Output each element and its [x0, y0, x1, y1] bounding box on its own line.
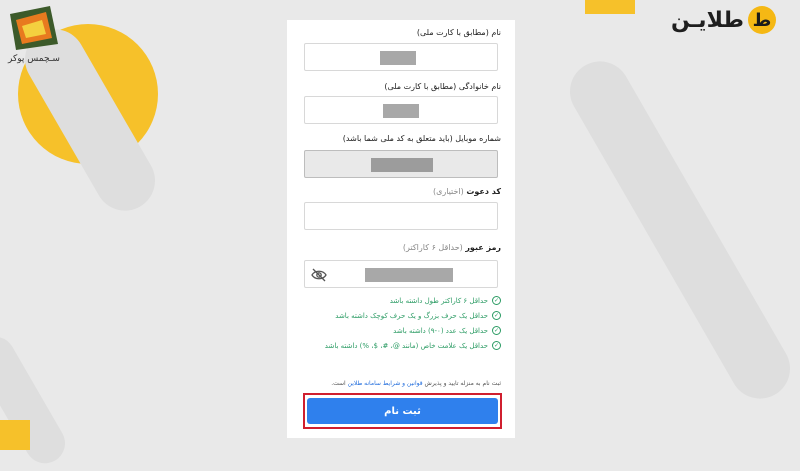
password-hint: (حداقل ۶ کاراکتر) — [402, 243, 463, 252]
last-name-field[interactable] — [304, 96, 498, 124]
password-rule: ✓ حداقل ۶ کاراکتر طول داشته باشد — [390, 296, 501, 305]
bg-stripe — [559, 50, 800, 410]
redacted-value — [365, 268, 453, 282]
password-field[interactable] — [304, 260, 498, 288]
last-name-label: نام خانوادگی (مطابق با کارت ملی) — [384, 82, 501, 91]
rule-text: حداقل یک عدد (۰-۹) داشته باشد — [393, 326, 488, 335]
invite-code-field[interactable] — [304, 202, 498, 230]
invite-label: کد دعوت (اختیاری) — [433, 187, 501, 196]
terms-suffix: است. — [331, 380, 346, 387]
terms-link[interactable]: قوانین و شرایط سامانه طلاین — [348, 380, 423, 387]
password-rule: ✓ حداقل یک عدد (۰-۹) داشته باشد — [393, 326, 501, 335]
password-rule: ✓ حداقل یک حرف بزرگ و یک حرف کوچک داشته … — [335, 311, 501, 320]
eye-slash-icon[interactable] — [311, 267, 327, 283]
signup-form: نام (مطابق با کارت ملی) نام خانوادگی (مط… — [287, 20, 515, 438]
check-circle-icon: ✓ — [492, 296, 501, 305]
redacted-value — [380, 51, 416, 65]
first-name-label: نام (مطابق با کارت ملی) — [416, 28, 501, 37]
invite-label-text: کد دعوت — [466, 187, 501, 196]
redacted-value — [383, 104, 419, 118]
mobile-field[interactable] — [304, 150, 498, 178]
check-circle-icon: ✓ — [492, 326, 501, 335]
submit-highlight: ثبت نام — [303, 393, 502, 429]
flying-dog-logo-icon — [10, 6, 58, 50]
password-label: رمز عبور (حداقل ۶ کاراکتر) — [403, 243, 501, 252]
terms-prefix: ثبت نام به منزله تایید و پذیرش — [424, 380, 501, 387]
partner-name: سـچمس پوکر — [8, 54, 60, 64]
rule-text: حداقل ۶ کاراکتر طول داشته باشد — [389, 296, 488, 305]
rule-text: حداقل یک حرف بزرگ و یک حرف کوچک داشته با… — [335, 311, 488, 320]
check-circle-icon: ✓ — [492, 311, 501, 320]
brand-mark-icon: ط — [748, 6, 776, 34]
password-label-text: رمز عبور — [465, 243, 501, 252]
signup-submit-button[interactable]: ثبت نام — [307, 398, 498, 424]
brand-logo: ط طلایـن — [671, 6, 776, 34]
brand-name: طلایـن — [670, 7, 744, 33]
invite-optional: (اختیاری) — [432, 187, 464, 196]
mobile-label: شماره موبایل (باید متعلق به کد ملی شما ب… — [342, 134, 501, 143]
first-name-field[interactable] — [304, 43, 498, 71]
check-circle-icon: ✓ — [492, 341, 501, 350]
bg-yellow-corner — [585, 0, 635, 14]
redacted-value — [371, 158, 433, 172]
rule-text: حداقل یک علامت خاص (مانند @، #، $، %) دا… — [324, 341, 488, 350]
password-rule: ✓ حداقل یک علامت خاص (مانند @، #، $، %) … — [325, 341, 501, 350]
terms-notice: ثبت نام به منزله تایید و پذیرش قوانین و … — [331, 380, 501, 387]
